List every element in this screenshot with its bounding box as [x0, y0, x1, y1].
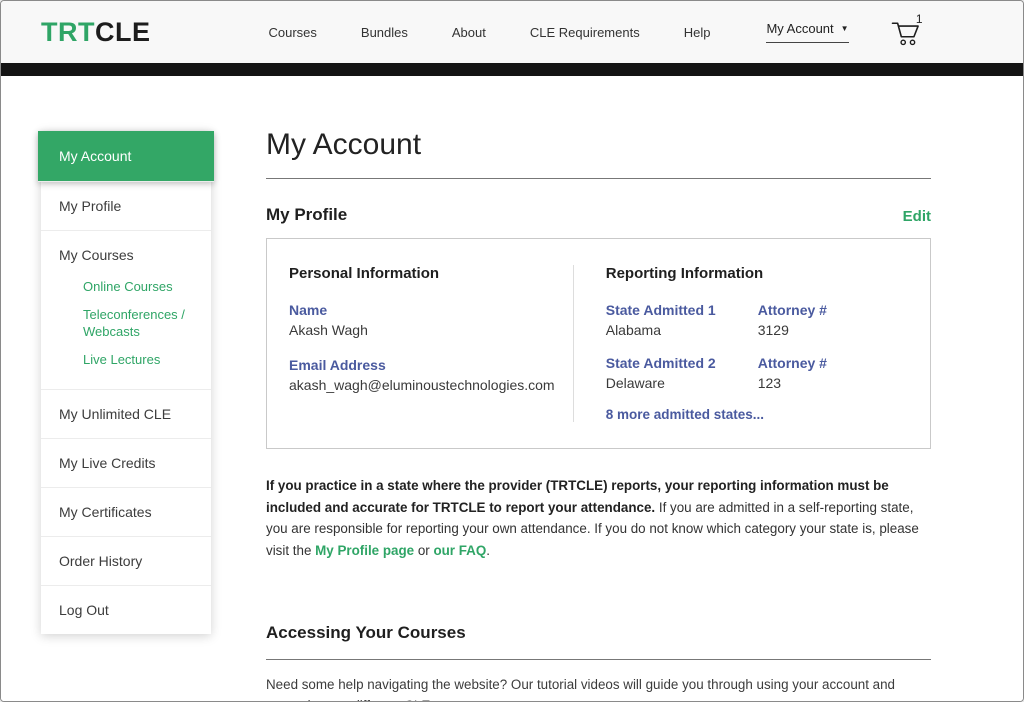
- my-account-dropdown-label: My Account: [766, 21, 833, 36]
- sidebar-item-order-history[interactable]: Order History: [41, 537, 211, 586]
- personal-information-heading: Personal Information: [289, 265, 555, 282]
- nav-cle-requirements[interactable]: CLE Requirements: [530, 25, 640, 40]
- reporting-notice: If you practice in a state where the pro…: [266, 475, 931, 561]
- personal-information-column: Personal Information Name Akash Wagh Ema…: [289, 265, 574, 422]
- email-address-label: Email Address: [289, 357, 555, 373]
- main-nav: Courses Bundles About CLE Requirements H…: [268, 25, 710, 40]
- sidebar-item-my-courses-label: My Courses: [59, 247, 134, 263]
- trtcle-logo[interactable]: TRTCLE: [41, 17, 150, 48]
- cart-button[interactable]: 1: [891, 15, 925, 49]
- my-account-dropdown[interactable]: My Account ▼: [766, 21, 848, 43]
- accessing-courses-divider: [266, 659, 931, 660]
- email-address-value: akash_wagh@eluminoustechnologies.com: [289, 376, 555, 396]
- accessing-your-courses-heading: Accessing Your Courses: [266, 623, 931, 643]
- sidebar-sublink-online-courses[interactable]: Online Courses: [83, 273, 193, 301]
- reporting-information-heading: Reporting Information: [606, 265, 908, 282]
- attorney-number-2-label: Attorney #: [758, 355, 827, 371]
- name-label: Name: [289, 302, 555, 318]
- sidebar-sublink-teleconferences-webcasts[interactable]: Teleconferences / Webcasts: [83, 301, 193, 346]
- state-admitted-1-value: Alabama: [606, 321, 758, 341]
- nav-help[interactable]: Help: [684, 25, 711, 40]
- state-admitted-1-label: State Admitted 1: [606, 302, 758, 318]
- state-admitted-2-label: State Admitted 2: [606, 355, 758, 371]
- sidebar-item-my-account[interactable]: My Account: [38, 131, 214, 182]
- my-profile-section-header: My Profile Edit: [266, 205, 931, 225]
- title-divider: [266, 178, 931, 179]
- name-value: Akash Wagh: [289, 321, 555, 341]
- accessing-courses-text: Need some help navigating the website? O…: [266, 674, 906, 702]
- my-profile-heading: My Profile: [266, 205, 347, 225]
- more-admitted-states-link[interactable]: 8 more admitted states...: [606, 407, 908, 422]
- sidebar-item-my-live-credits[interactable]: My Live Credits: [41, 439, 211, 488]
- attorney-number-1-label: Attorney #: [758, 302, 827, 318]
- reporting-row-2: State Admitted 2 Delaware Attorney # 123: [606, 355, 908, 394]
- sidebar-item-my-certificates[interactable]: My Certificates: [41, 488, 211, 537]
- reporting-notice-text2: or: [414, 543, 433, 558]
- edit-profile-link[interactable]: Edit: [903, 208, 931, 225]
- sidebar-sublink-live-lectures[interactable]: Live Lectures: [83, 346, 193, 374]
- attorney-number-2-group: Attorney # 123: [758, 355, 827, 394]
- state-admitted-2-value: Delaware: [606, 374, 758, 394]
- page: TRTCLE Courses Bundles About CLE Require…: [0, 0, 1024, 702]
- sidebar-item-my-unlimited-cle[interactable]: My Unlimited CLE: [41, 390, 211, 439]
- reporting-notice-text3: .: [486, 543, 490, 558]
- accessing-your-courses-section: Accessing Your Courses Need some help na…: [266, 623, 931, 702]
- content-area: My Account My Profile My Courses Online …: [1, 76, 1023, 702]
- attorney-number-1-value: 3129: [758, 321, 827, 341]
- my-profile-page-link[interactable]: My Profile page: [315, 543, 414, 558]
- chevron-down-icon: ▼: [841, 24, 849, 33]
- sidebar-item-my-profile[interactable]: My Profile: [41, 182, 211, 231]
- top-divider-bar: [1, 63, 1023, 76]
- attorney-number-1-group: Attorney # 3129: [758, 302, 827, 341]
- reporting-information-column: Reporting Information State Admitted 1 A…: [574, 265, 908, 422]
- my-courses-sublist: Online Courses Teleconferences / Webcast…: [59, 273, 193, 373]
- nav-bundles[interactable]: Bundles: [361, 25, 408, 40]
- reporting-row-1: State Admitted 1 Alabama Attorney # 3129: [606, 302, 908, 341]
- main-panel: My Account My Profile Edit Personal Info…: [266, 76, 931, 702]
- cart-count-badge: 1: [916, 12, 923, 26]
- sidebar-item-log-out[interactable]: Log Out: [41, 586, 211, 634]
- state-admitted-2-group: State Admitted 2 Delaware: [606, 355, 758, 394]
- page-title: My Account: [266, 128, 931, 162]
- state-admitted-1-group: State Admitted 1 Alabama: [606, 302, 758, 341]
- top-navbar: TRTCLE Courses Bundles About CLE Require…: [1, 1, 1023, 63]
- nav-courses[interactable]: Courses: [268, 25, 316, 40]
- logo-part-trt: TRT: [41, 17, 95, 47]
- our-faq-link[interactable]: our FAQ: [433, 543, 486, 558]
- logo-part-cle: CLE: [95, 17, 151, 47]
- profile-card: Personal Information Name Akash Wagh Ema…: [266, 238, 931, 449]
- attorney-number-2-value: 123: [758, 374, 827, 394]
- account-sidebar: My Account My Profile My Courses Online …: [41, 131, 211, 634]
- nav-about[interactable]: About: [452, 25, 486, 40]
- sidebar-item-my-courses[interactable]: My Courses Online Courses Teleconference…: [41, 231, 211, 390]
